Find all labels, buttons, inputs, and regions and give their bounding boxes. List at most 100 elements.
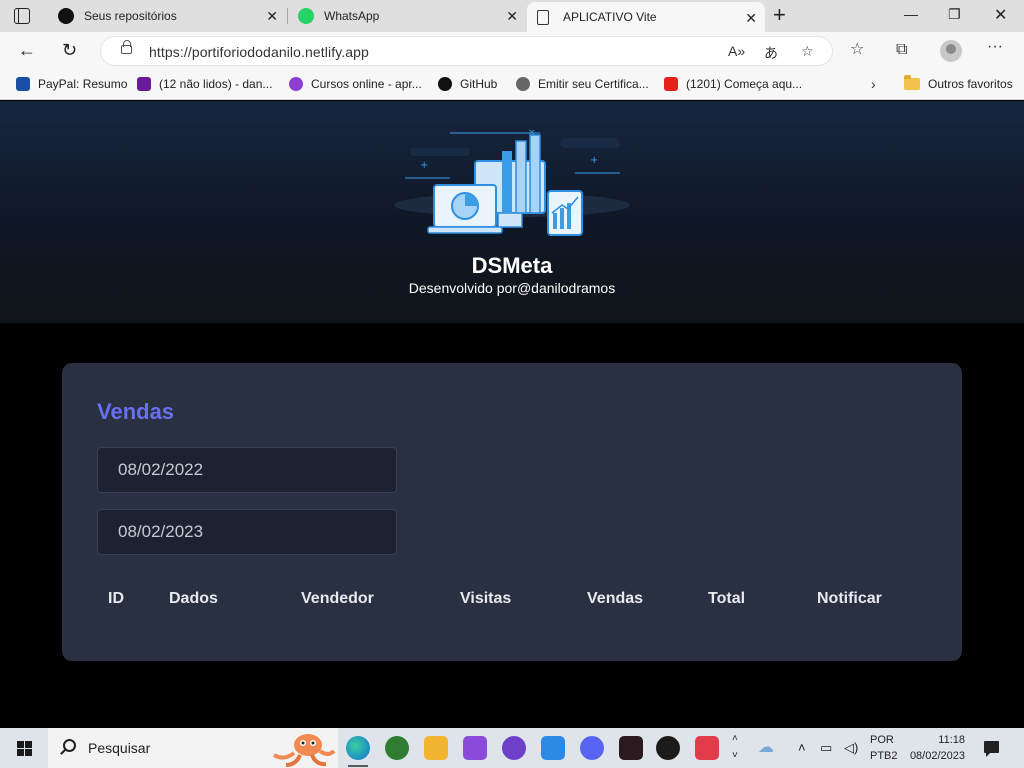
more-icon[interactable]: ···	[987, 38, 1003, 56]
discord-icon[interactable]	[580, 736, 604, 760]
add-favorite-icon[interactable]: ☆	[801, 43, 814, 60]
favorite-label: Emitir seu Certifica...	[538, 77, 649, 91]
github-icon	[438, 77, 452, 91]
app-l-icon[interactable]	[541, 736, 565, 760]
clock-time: 11:18	[938, 734, 965, 746]
octopus-search-highlight-icon	[272, 734, 336, 767]
tab-aplicativo-vite[interactable]: APLICATIVO Vite ✕	[527, 2, 765, 32]
other-favorites-label: Outros favoritos	[928, 77, 1013, 91]
lock-icon[interactable]	[121, 40, 132, 54]
tab-title: APLICATIVO Vite	[563, 10, 657, 24]
tab-title: WhatsApp	[324, 9, 380, 23]
language-indicator[interactable]: POR PTB2	[870, 732, 898, 764]
tab-whatsapp[interactable]: WhatsApp ✕	[288, 0, 526, 32]
header: + + × DSMeta Desenvolvido por@danilodram…	[0, 101, 1024, 323]
date-min-input[interactable]	[97, 447, 397, 493]
keyboard-layout: PTB2	[870, 750, 898, 762]
xbox-app-icon[interactable]	[385, 736, 409, 760]
tab-bar: Seus repositórios ✕ WhatsApp ✕ APLICATIV…	[0, 0, 1024, 32]
notification-icon[interactable]	[984, 741, 999, 757]
favorite-label: (1201) Começa aqu...	[686, 77, 803, 91]
refresh-icon[interactable]: ↻	[62, 40, 77, 60]
github-icon	[58, 8, 74, 24]
chevron-up-icon[interactable]: ˄	[798, 740, 806, 755]
certificate-icon	[516, 77, 530, 91]
language-code: POR	[870, 734, 894, 746]
sales-card: Vendas ID Dados Vendedor Visitas Vendas …	[62, 363, 962, 661]
read-aloud-icon[interactable]: A»	[728, 43, 745, 59]
favorite-certificado[interactable]: Emitir seu Certifica...	[516, 77, 649, 91]
column-header-id: ID	[108, 590, 124, 607]
favorite-label: GitHub	[460, 77, 498, 91]
address-bar-row: ← ↻ https://portiforiododanilo.netlify.a…	[0, 32, 1024, 70]
tab-title: Seus repositórios	[84, 9, 177, 23]
address-bar[interactable]: https://portiforiododanilo.netlify.app A…	[100, 36, 833, 66]
close-icon[interactable]: ✕	[266, 9, 278, 23]
favorite-label: Cursos online - apr...	[311, 77, 422, 91]
column-header-vendas: Vendas	[587, 590, 644, 607]
minimize-button[interactable]: —	[904, 6, 918, 22]
restore-button[interactable]: ❐	[948, 6, 961, 23]
column-header-dados: Dados	[169, 590, 218, 607]
whatsapp-icon	[298, 8, 314, 24]
volume-icon[interactable]: ◁)	[844, 740, 858, 756]
author-credit: Desenvolvido por@danilodramos	[408, 280, 616, 296]
search-placeholder: Pesquisar	[88, 740, 151, 756]
column-header-notificar: Notificar	[817, 590, 882, 607]
svg-text:×: ×	[528, 128, 536, 138]
window-close-button[interactable]: ✕	[994, 5, 1007, 25]
chevron-right-icon[interactable]: ›	[871, 76, 876, 92]
youtube-icon	[664, 77, 678, 91]
page-title: DSMeta	[471, 253, 553, 278]
column-header-vendedor: Vendedor	[301, 590, 374, 607]
close-icon[interactable]: ✕	[506, 9, 518, 23]
tab-github[interactable]: Seus repositórios ✕	[48, 0, 286, 32]
clock[interactable]: 11:18 08/02/2023	[905, 732, 965, 764]
favorites-icon[interactable]: ☆	[850, 41, 864, 59]
back-icon[interactable]: ←	[18, 40, 36, 60]
favorite-label: PayPal: Resumo	[38, 77, 128, 91]
page-content: + + × DSMeta Desenvolvido por@danilodram…	[0, 101, 1024, 728]
weather-cloud-icon[interactable]: ☁	[758, 737, 774, 757]
url-text[interactable]: https://portiforiododanilo.netlify.app	[149, 44, 369, 60]
favorite-youtube[interactable]: (1201) Começa aqu...	[664, 77, 802, 91]
udemy-icon	[289, 77, 303, 91]
date-max-input[interactable]	[97, 509, 397, 555]
svg-text:+: +	[420, 160, 428, 171]
game-controller-icon[interactable]	[656, 736, 680, 760]
yahoo-mail-icon	[137, 77, 151, 91]
search-icon	[63, 739, 76, 752]
other-favorites[interactable]: Outros favoritos	[904, 75, 1013, 91]
new-tab-button[interactable]: +	[773, 4, 786, 26]
network-icon[interactable]: ▭	[820, 740, 832, 756]
folder-icon	[904, 75, 920, 90]
file-explorer-icon[interactable]	[424, 736, 448, 760]
collections-icon[interactable]: ⧉	[896, 41, 907, 59]
translate-icon[interactable]: あ	[764, 43, 778, 63]
paypal-icon	[16, 77, 30, 91]
clock-date: 08/02/2023	[909, 750, 965, 762]
dashboard-illustration: + + ×	[394, 128, 630, 236]
taskbar: Pesquisar ˄ ˅ ☁ ˄ ▭ ◁) POR PTB2 11:18 08/…	[0, 728, 1024, 768]
favorite-paypal[interactable]: PayPal: Resumo	[16, 77, 127, 91]
valorant-icon[interactable]	[619, 736, 643, 760]
windows-start-icon[interactable]	[17, 741, 32, 756]
page-icon	[537, 9, 549, 25]
avatar[interactable]	[940, 40, 962, 62]
column-header-total: Total	[708, 590, 746, 607]
github-desktop-icon[interactable]	[502, 736, 526, 760]
card-title: Vendas	[97, 399, 175, 424]
edge-icon[interactable]	[346, 736, 370, 767]
tab-actions-icon[interactable]	[14, 8, 30, 24]
favorite-github[interactable]: GitHub	[438, 77, 497, 91]
tray-scroll-icon[interactable]: ˄ ˅	[732, 730, 738, 764]
vivaldi-icon[interactable]	[695, 736, 719, 760]
favorite-yahoo-mail[interactable]: (12 não lidos) - dan...	[137, 77, 272, 91]
close-icon[interactable]: ✕	[745, 11, 757, 25]
favorites-bar: PayPal: Resumo (12 não lidos) - dan... C…	[0, 70, 1024, 100]
favorite-cursos[interactable]: Cursos online - apr...	[289, 77, 422, 91]
visual-studio-icon[interactable]	[463, 736, 487, 760]
column-header-visitas: Visitas	[460, 590, 512, 607]
favorite-label: (12 não lidos) - dan...	[159, 77, 273, 91]
svg-text:+: +	[590, 155, 598, 166]
